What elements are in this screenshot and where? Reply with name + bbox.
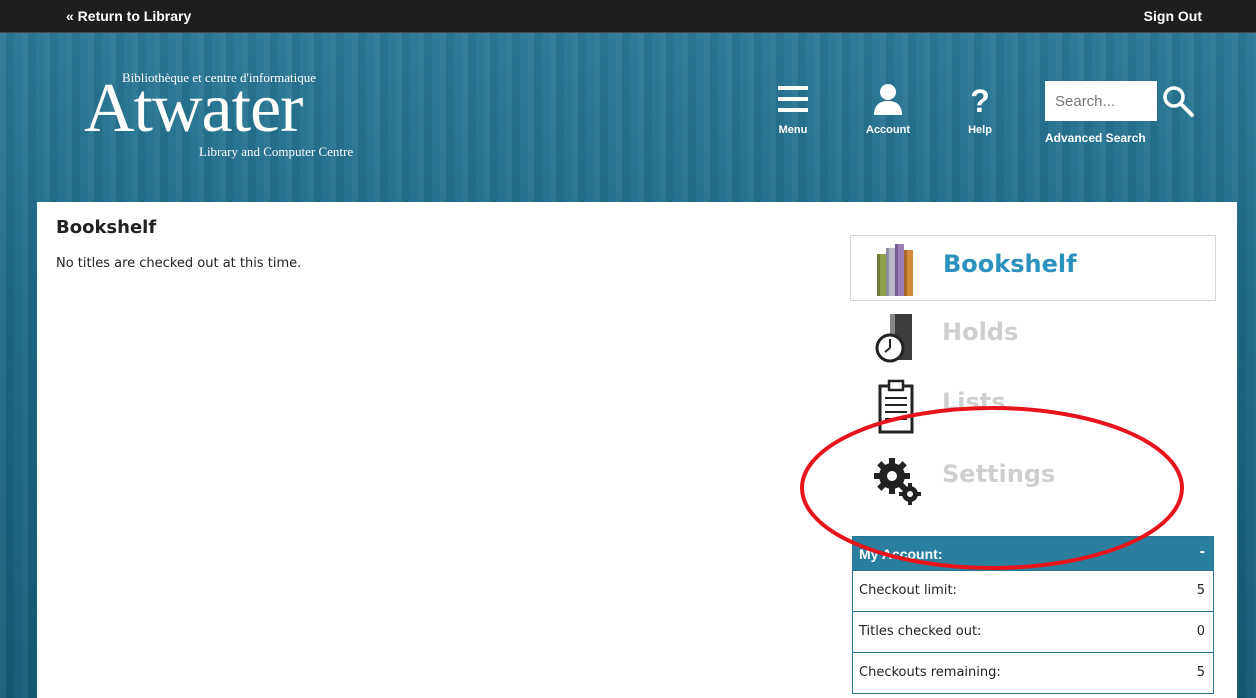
main-panel: Bookshelf No titles are checked out at t… xyxy=(37,202,1237,698)
logo-wordmark: Atwater xyxy=(84,70,303,147)
logo-english-name: Library and Computer Centre xyxy=(199,144,354,159)
sidebar-item-label: Holds xyxy=(942,318,1019,346)
advanced-search-link[interactable]: Advanced Search xyxy=(1045,131,1146,145)
my-account-box: My Account: - Checkout limit: 5 Titles c… xyxy=(852,536,1214,694)
my-account-title: My Account: xyxy=(859,546,943,562)
account-button[interactable]: Account xyxy=(862,82,914,136)
sidebar-item-bookshelf[interactable]: Bookshelf xyxy=(850,235,1216,301)
sidebar-item-label: Settings xyxy=(942,460,1056,488)
gears-icon xyxy=(874,458,921,505)
my-account-header: My Account: - xyxy=(853,537,1213,570)
row-label: Checkout limit: xyxy=(859,583,957,598)
sidebar-item-settings[interactable]: Settings xyxy=(850,446,1216,512)
sidebar-item-label: Bookshelf xyxy=(943,250,1077,278)
menu-label: Menu xyxy=(778,124,808,136)
menu-icon xyxy=(778,86,808,112)
user-icon xyxy=(874,84,902,115)
row-value: 5 xyxy=(1196,665,1205,680)
row-label: Checkouts remaining: xyxy=(859,665,1001,680)
collapse-toggle[interactable]: - xyxy=(1200,545,1205,560)
question-icon: ? xyxy=(970,83,990,119)
return-to-library-link[interactable]: « Return to Library xyxy=(66,8,191,24)
sidebar-item-lists[interactable]: Lists xyxy=(850,374,1216,440)
search-icon[interactable] xyxy=(1161,84,1195,118)
account-row-checkouts-remaining: Checkouts remaining: 5 xyxy=(853,652,1213,693)
search-input[interactable] xyxy=(1045,81,1157,121)
holds-icon xyxy=(875,314,912,363)
sign-out-link[interactable]: Sign Out xyxy=(1144,8,1202,24)
empty-bookshelf-message: No titles are checked out at this time. xyxy=(56,256,302,271)
help-label: Help xyxy=(968,124,992,136)
library-logo[interactable]: Bibliothèque et centre d'informatique At… xyxy=(84,70,374,165)
sidebar-item-holds[interactable]: Holds xyxy=(850,304,1216,370)
account-row-checkout-limit: Checkout limit: 5 xyxy=(853,570,1213,611)
account-label: Account xyxy=(866,124,910,136)
svg-text:?: ? xyxy=(970,83,990,116)
bookshelf-icon xyxy=(877,244,913,296)
account-row-titles-checked-out: Titles checked out: 0 xyxy=(853,611,1213,652)
help-button[interactable]: ? Help xyxy=(962,82,998,136)
sidebar-item-label: Lists xyxy=(942,388,1006,416)
row-value: 0 xyxy=(1196,624,1205,639)
row-value: 5 xyxy=(1196,583,1205,598)
row-label: Titles checked out: xyxy=(859,624,982,639)
top-bar: « Return to Library Sign Out xyxy=(0,0,1256,33)
menu-button[interactable]: Menu xyxy=(774,82,812,136)
clipboard-icon xyxy=(878,379,914,434)
page-title: Bookshelf xyxy=(56,217,157,238)
